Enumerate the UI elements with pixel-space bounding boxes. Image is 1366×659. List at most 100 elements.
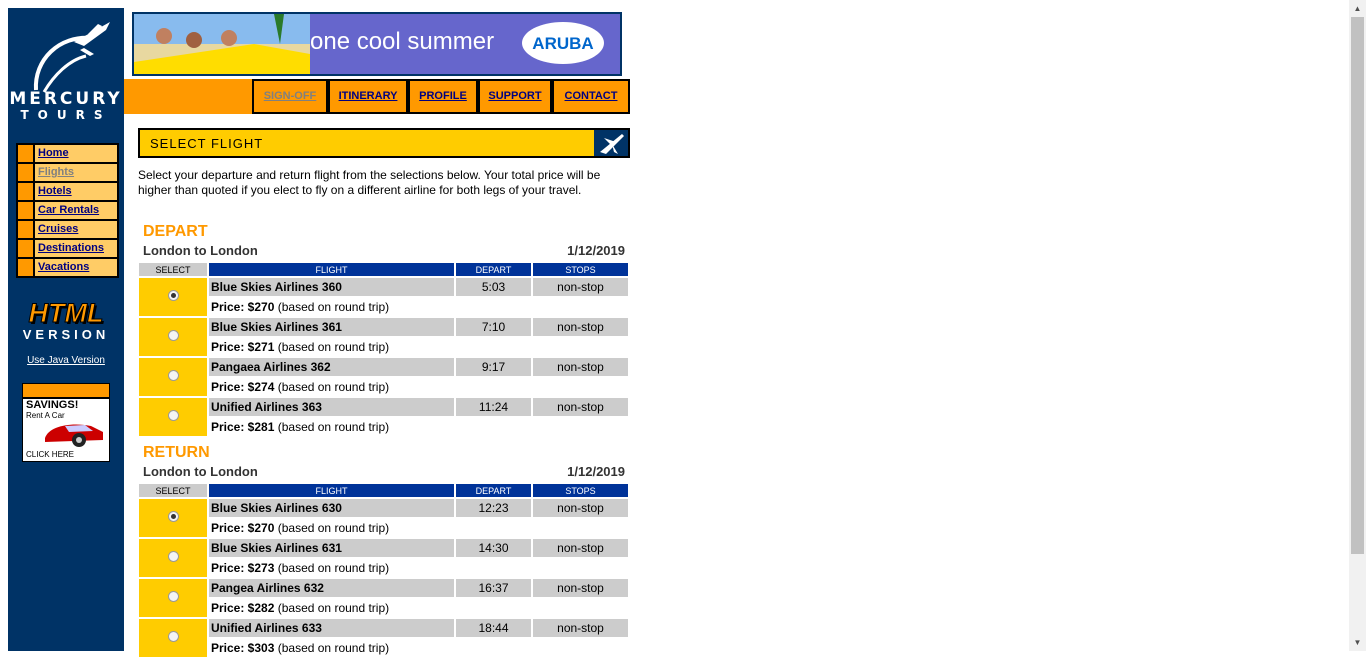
depart-heading: DEPART (143, 223, 208, 240)
depart-radio-2[interactable] (167, 370, 179, 381)
sidebar-item-flights: Flights (18, 164, 117, 181)
price-cell: Price: $282 (based on round trip) (209, 599, 628, 617)
depart-flights-table: SELECT FLIGHT DEPART STOPS Blue Skies Ai… (137, 261, 630, 438)
sidebar-link-vacations[interactable]: Vacations (35, 259, 89, 276)
stops: non-stop (533, 619, 628, 637)
sidebar-link-flights[interactable]: Flights (35, 164, 74, 181)
flight-name: Blue Skies Airlines 630 (209, 499, 454, 517)
sidebar-link-hotels[interactable]: Hotels (35, 183, 72, 200)
contact-link[interactable]: CONTACT (565, 90, 618, 102)
sidebar: MERCURY TOURS Home Flights Hotels Car Re… (8, 8, 124, 651)
stops: non-stop (533, 499, 628, 517)
html-version-badge: HTML VERSION (22, 298, 110, 342)
flight-name: Blue Skies Airlines 361 (209, 318, 454, 336)
sidebar-item-home: Home (18, 145, 117, 162)
car-rental-ad[interactable]: SAVINGS! Rent A Car CLICK HERE (22, 383, 110, 462)
price-row: Price: $303 (based on round trip) (139, 639, 628, 657)
sidebar-item-hotels: Hotels (18, 183, 117, 200)
price-row: Price: $274 (based on round trip) (139, 378, 628, 396)
select-cell (139, 358, 207, 396)
return-radio-2[interactable] (167, 591, 179, 602)
return-radio-0[interactable] (167, 511, 179, 522)
return-date: 1/12/2019 (567, 464, 625, 479)
table-row: Unified Airlines 363 11:24 non-stop (139, 398, 628, 436)
scroll-down-arrow-icon[interactable]: ▼ (1349, 634, 1366, 651)
depart-time: 7:10 (456, 318, 531, 336)
price-cell: Price: $270 (based on round trip) (209, 298, 628, 316)
sidebar-link-destinations[interactable]: Destinations (35, 240, 104, 257)
sidebar-item-destinations: Destinations (18, 240, 117, 257)
col-flight: FLIGHT (209, 484, 454, 497)
ad-headline: SAVINGS! (26, 399, 79, 411)
sign-off-link[interactable]: SIGN-OFF (264, 90, 317, 102)
select-cell (139, 579, 207, 617)
top-nav-item-profile: PROFILE (408, 79, 478, 114)
table-header-row: SELECT FLIGHT DEPART STOPS (139, 484, 628, 497)
flight-name: Unified Airlines 363 (209, 398, 454, 416)
flight-name: Pangaea Airlines 362 (209, 358, 454, 376)
depart-radio-3[interactable] (167, 410, 179, 421)
select-cell (139, 278, 207, 316)
ad-click-here: CLICK HERE (26, 450, 75, 459)
stops: non-stop (533, 358, 628, 376)
depart-date: 1/12/2019 (567, 243, 625, 258)
col-stops: STOPS (533, 263, 628, 276)
stops: non-stop (533, 579, 628, 597)
stops: non-stop (533, 398, 628, 416)
top-nav-item-support: SUPPORT (478, 79, 552, 114)
scroll-up-arrow-icon[interactable]: ▲ (1349, 0, 1366, 17)
support-link[interactable]: SUPPORT (488, 90, 541, 102)
depart-radio-0[interactable] (167, 290, 179, 301)
java-version-link[interactable]: Use Java Version (27, 355, 105, 366)
col-depart: DEPART (456, 484, 531, 497)
price-cell: Price: $281 (based on round trip) (209, 418, 628, 436)
select-cell (139, 318, 207, 356)
select-cell (139, 398, 207, 436)
sidebar-nav: Home Flights Hotels Car Rentals Cruises … (16, 143, 119, 278)
depart-radio-1[interactable] (167, 330, 179, 341)
stops: non-stop (533, 539, 628, 557)
promo-banner[interactable]: one cool summer ARUBA (132, 12, 622, 76)
table-row: Pangea Airlines 632 16:37 non-stop (139, 579, 628, 617)
logo-text: MERCURY TOURS (9, 89, 123, 122)
profile-link[interactable]: PROFILE (419, 90, 467, 102)
depart-time: 9:17 (456, 358, 531, 376)
return-radio-1[interactable] (167, 551, 179, 562)
flight-name: Blue Skies Airlines 631 (209, 539, 454, 557)
sidebar-item-vacations: Vacations (18, 259, 117, 276)
top-nav: SIGN-OFF ITINERARY PROFILE SUPPORT CONTA… (124, 79, 630, 114)
sidebar-link-car-rentals[interactable]: Car Rentals (35, 202, 99, 219)
col-stops: STOPS (533, 484, 628, 497)
page-title: SELECT FLIGHT (150, 136, 264, 151)
price-row: Price: $273 (based on round trip) (139, 559, 628, 577)
table-row: Blue Skies Airlines 361 7:10 non-stop (139, 318, 628, 356)
java-version-link-wrap: Use Java Version (8, 355, 124, 366)
col-select: SELECT (139, 263, 207, 276)
table-header-row: SELECT FLIGHT DEPART STOPS (139, 263, 628, 276)
return-route: London to London (143, 464, 258, 479)
sidebar-link-cruises[interactable]: Cruises (35, 221, 78, 238)
depart-time: 5:03 (456, 278, 531, 296)
vertical-scrollbar[interactable]: ▲ ▼ (1349, 0, 1366, 651)
top-nav-item-sign-off: SIGN-OFF (252, 79, 328, 114)
top-nav-item-contact: CONTACT (552, 79, 630, 114)
price-row: Price: $271 (based on round trip) (139, 338, 628, 356)
itinerary-link[interactable]: ITINERARY (339, 90, 398, 102)
airplane-icon (594, 130, 628, 156)
select-cell (139, 499, 207, 537)
table-row: Blue Skies Airlines 631 14:30 non-stop (139, 539, 628, 577)
scroll-thumb[interactable] (1351, 17, 1364, 554)
sidebar-link-home[interactable]: Home (35, 145, 69, 162)
flight-name: Blue Skies Airlines 360 (209, 278, 454, 296)
return-radio-3[interactable] (167, 631, 179, 642)
price-cell: Price: $303 (based on round trip) (209, 639, 628, 657)
depart-time: 14:30 (456, 539, 531, 557)
price-row: Price: $270 (based on round trip) (139, 298, 628, 316)
depart-time: 18:44 (456, 619, 531, 637)
table-row: Blue Skies Airlines 360 5:03 non-stop (139, 278, 628, 316)
flight-name: Unified Airlines 633 (209, 619, 454, 637)
table-row: Blue Skies Airlines 630 12:23 non-stop (139, 499, 628, 537)
flight-name: Pangea Airlines 632 (209, 579, 454, 597)
depart-time: 16:37 (456, 579, 531, 597)
sidebar-item-cruises: Cruises (18, 221, 117, 238)
